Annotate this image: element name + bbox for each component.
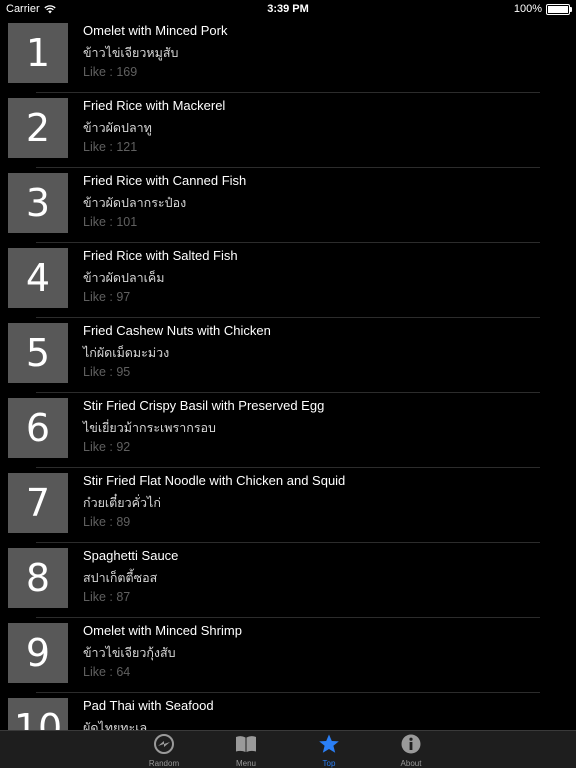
tab-random[interactable]: Random	[134, 734, 194, 768]
dish-name: Stir Fried Flat Noodle with Chicken and …	[83, 473, 346, 488]
battery-percent: 100%	[513, 3, 542, 15]
battery-icon	[546, 3, 572, 15]
dish-thai-name: ข้าวผัดปลาทู	[83, 120, 152, 135]
rank-badge: 7	[8, 473, 68, 533]
info-icon	[381, 734, 441, 754]
shuffle-icon	[134, 734, 194, 754]
rank-badge: 8	[8, 548, 68, 608]
list-item[interactable]: 9 Omelet with Minced Shrimp ข้าวไข่เจียวกุ…	[0, 618, 576, 693]
dish-thai-name: ข้าวไข่เจียวกุ้งสับ	[83, 645, 176, 660]
tab-top[interactable]: Top	[299, 734, 359, 768]
status-right: 100%	[513, 3, 572, 15]
dish-name: Fried Cashew Nuts with Chicken	[83, 323, 271, 338]
like-count: Like : 87	[83, 590, 131, 604]
rank-badge: 10	[8, 698, 68, 730]
status-time: 3:39 PM	[267, 3, 309, 15]
like-count: Like : 121	[83, 140, 138, 154]
like-count: Like : 95	[83, 365, 131, 379]
list-item[interactable]: 6 Stir Fried Crispy Basil with Preserved …	[0, 393, 576, 468]
tab-bar: Random Menu Top About	[0, 730, 576, 768]
rank-badge: 1	[8, 23, 68, 83]
dish-thai-name: ก๋วยเตี๋ยวคั่วไก่	[83, 495, 161, 510]
list-item[interactable]: 7 Stir Fried Flat Noodle with Chicken and…	[0, 468, 576, 543]
tab-label: Top	[322, 759, 336, 768]
like-count: Like : 89	[83, 515, 131, 529]
rank-badge: 6	[8, 398, 68, 458]
tab-label: About	[400, 759, 422, 768]
dish-thai-name: ผัดไทยทะเล	[83, 720, 148, 730]
like-count: Like : 92	[83, 440, 131, 454]
list-item[interactable]: 5 Fried Cashew Nuts with Chicken ไก่ผัดเม็…	[0, 318, 576, 393]
dish-name: Spaghetti Sauce	[83, 548, 179, 563]
list-item[interactable]: 3 Fried Rice with Canned Fish ข้าวผัดปลากร…	[0, 168, 576, 243]
rank-badge: 5	[8, 323, 68, 383]
dish-thai-name: ไก่ผัดเม็ดมะม่วง	[83, 345, 170, 360]
tab-label: Menu	[235, 759, 256, 768]
rank-badge: 2	[8, 98, 68, 158]
list-item[interactable]: 2 Fried Rice with Mackerel ข้าวผัดปลาทู Lik…	[0, 93, 576, 168]
list-item[interactable]: 10 Pad Thai with Seafood ผัดไทยทะเล	[0, 693, 576, 730]
tab-label: Random	[148, 759, 180, 768]
like-count: Like : 97	[83, 290, 131, 304]
top-menu-list[interactable]: 1 Omelet with Minced Pork ข้าวไข่เจียวหมูส…	[0, 18, 576, 730]
list-item[interactable]: 8 Spaghetti Sauce สปาเก็ตตี้ซอส Like : 87	[0, 543, 576, 618]
dish-thai-name: ไข่เยี่ยวม้ากระเพรากรอบ	[83, 420, 216, 435]
like-count: Like : 64	[83, 665, 131, 679]
dish-thai-name: สปาเก็ตตี้ซอส	[83, 570, 158, 585]
like-count: Like : 169	[83, 65, 138, 79]
dish-name: Omelet with Minced Pork	[83, 23, 228, 38]
tab-about[interactable]: About	[381, 734, 441, 768]
list-item[interactable]: 1 Omelet with Minced Pork ข้าวไข่เจียวหมูส…	[0, 18, 576, 93]
dish-name: Omelet with Minced Shrimp	[83, 623, 242, 638]
star-icon	[299, 734, 359, 754]
dish-name: Stir Fried Crispy Basil with Preserved E…	[83, 398, 325, 413]
rank-badge: 3	[8, 173, 68, 233]
dish-thai-name: ข้าวไข่เจียวหมูสับ	[83, 45, 179, 60]
status-bar: Carrier 3:39 PM 100%	[0, 0, 576, 18]
battery-fill	[548, 5, 568, 13]
rank-badge: 9	[8, 623, 68, 683]
dish-name: Fried Rice with Mackerel	[83, 98, 226, 113]
like-count: Like : 101	[83, 215, 138, 229]
dish-name: Fried Rice with Salted Fish	[83, 248, 238, 263]
dish-thai-name: ข้าวผัดปลากระป๋อง	[83, 195, 187, 210]
rank-badge: 4	[8, 248, 68, 308]
dish-thai-name: ข้าวผัดปลาเค็ม	[83, 270, 165, 285]
tab-menu[interactable]: Menu	[216, 734, 276, 768]
dish-name: Pad Thai with Seafood	[83, 698, 214, 713]
book-icon	[216, 734, 276, 754]
list-item[interactable]: 4 Fried Rice with Salted Fish ข้าวผัดปลาเค…	[0, 243, 576, 318]
dish-name: Fried Rice with Canned Fish	[83, 173, 247, 188]
